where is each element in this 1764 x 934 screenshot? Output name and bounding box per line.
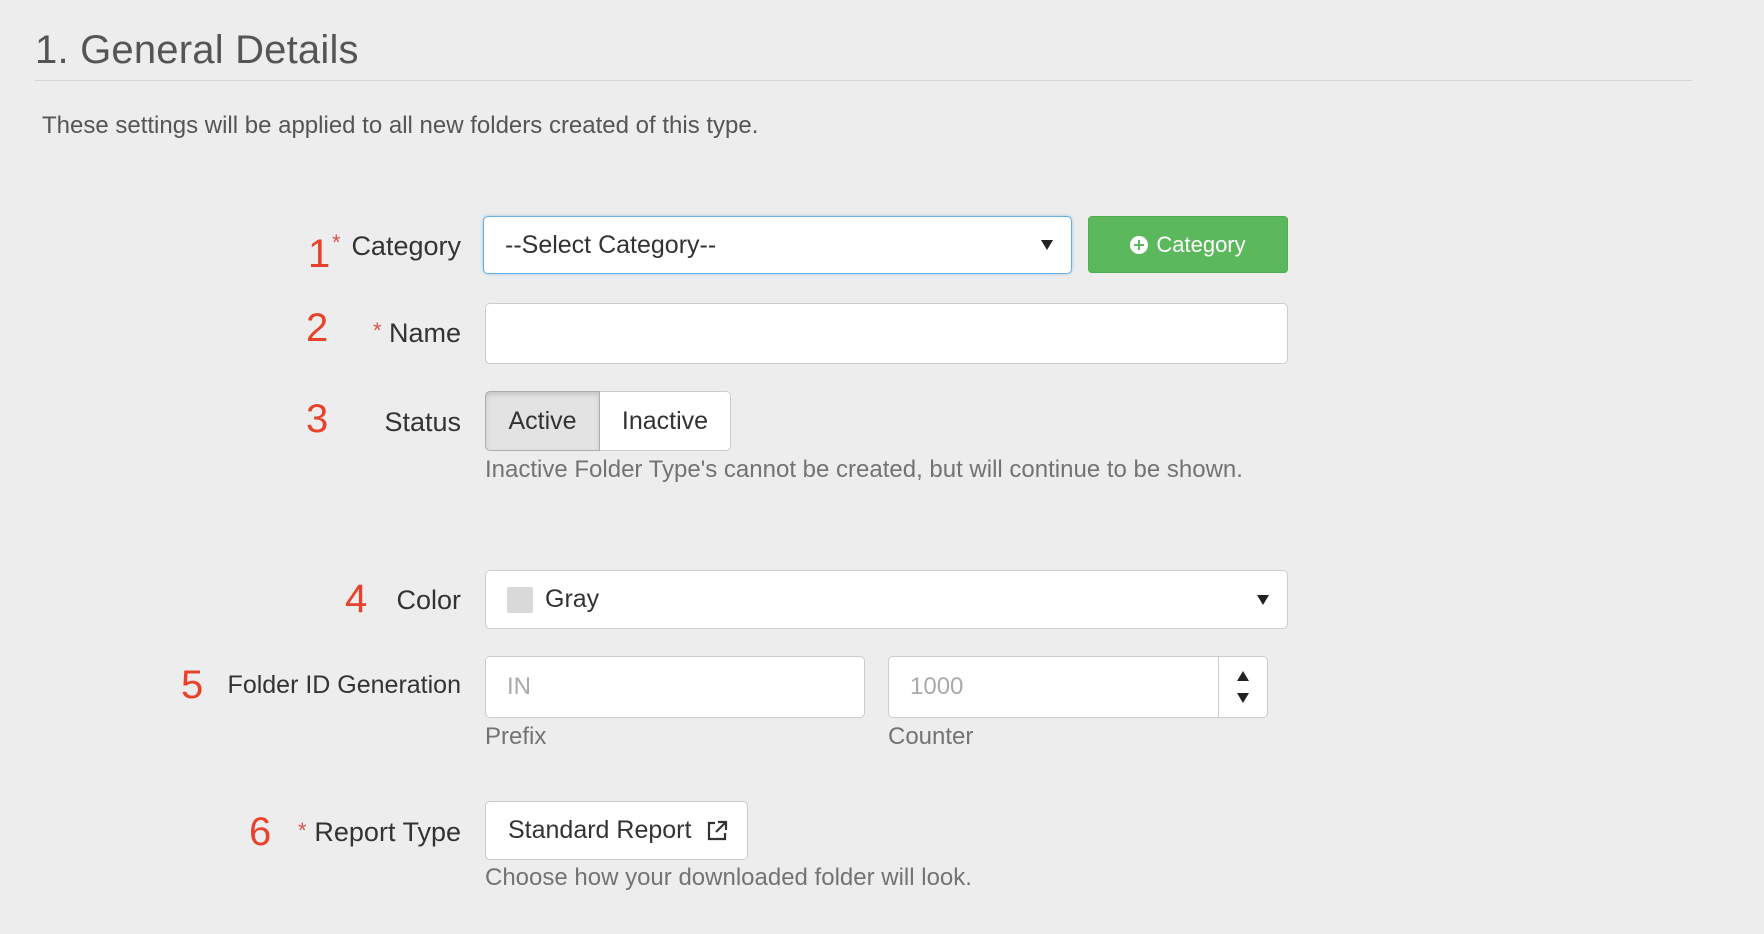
category-select[interactable]: --Select Category--	[483, 216, 1072, 274]
required-marker: *	[298, 818, 307, 843]
section-intro: These settings will be applied to all ne…	[42, 112, 759, 139]
required-marker: *	[332, 230, 341, 255]
step-number-3: 3	[306, 397, 329, 441]
report-type-button[interactable]: Standard Report	[485, 801, 748, 860]
report-type-button-label: Standard Report	[508, 816, 692, 844]
category-label: Category	[351, 231, 461, 261]
chevron-down-icon	[1041, 240, 1053, 250]
status-inactive-button[interactable]: Inactive	[600, 391, 731, 451]
category-select-value: --Select Category--	[505, 230, 717, 259]
plus-circle-icon	[1130, 235, 1149, 254]
name-input[interactable]	[485, 303, 1288, 364]
step-number-2: 2	[306, 306, 329, 350]
color-select-value: Gray	[545, 585, 600, 613]
prefix-input[interactable]	[485, 656, 865, 718]
counter-stepper[interactable]	[1218, 656, 1268, 718]
color-select[interactable]: Gray	[485, 570, 1288, 629]
external-link-icon	[708, 820, 728, 840]
counter-input[interactable]	[888, 656, 1268, 718]
step-number-4: 4	[345, 577, 368, 621]
status-label: Status	[384, 407, 461, 437]
add-category-button[interactable]: Category	[1088, 216, 1288, 273]
step-number-1: 1	[308, 232, 331, 276]
status-help-text: Inactive Folder Type's cannot be created…	[485, 456, 1243, 483]
counter-caption: Counter	[888, 723, 974, 750]
prefix-caption: Prefix	[485, 723, 547, 750]
color-label: Color	[396, 585, 461, 615]
folder-id-label: Folder ID Generation	[227, 671, 461, 699]
step-number-5: 5	[181, 663, 204, 707]
color-swatch	[507, 586, 533, 613]
chevron-down-icon	[1257, 594, 1269, 605]
section-title: 1. General Details	[35, 28, 359, 72]
arrow-up-icon[interactable]	[1237, 671, 1249, 681]
name-label: Name	[388, 318, 461, 348]
status-toggle-group: Active Inactive	[485, 391, 731, 451]
arrow-down-icon[interactable]	[1237, 693, 1249, 703]
counter-field	[888, 656, 1268, 718]
report-type-help-text: Choose how your downloaded folder will l…	[485, 864, 972, 891]
report-type-label: Report Type	[314, 817, 461, 847]
required-marker: *	[373, 318, 382, 343]
step-number-6: 6	[249, 810, 272, 854]
section-divider	[35, 80, 1692, 81]
status-active-button[interactable]: Active	[485, 391, 600, 451]
add-category-label: Category	[1156, 231, 1246, 257]
